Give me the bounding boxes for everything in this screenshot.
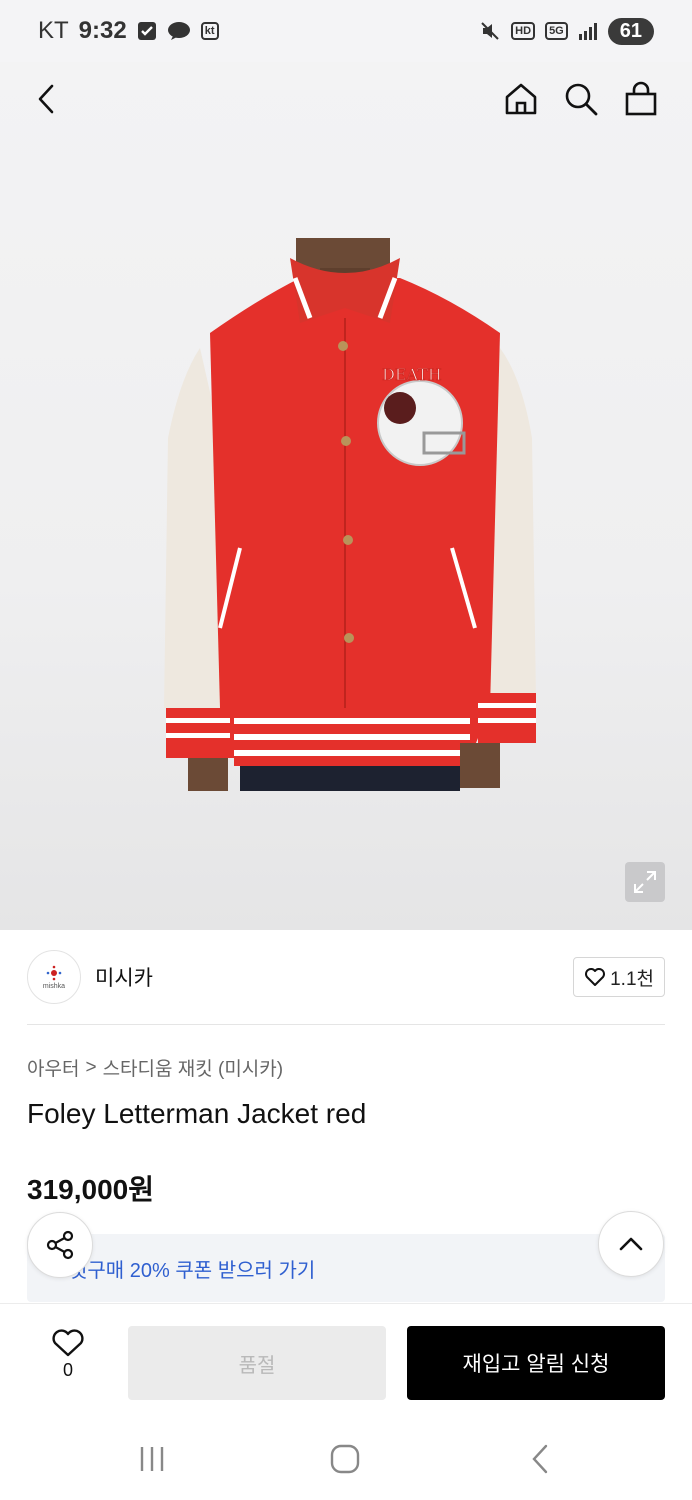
heart-outline-icon bbox=[52, 1329, 84, 1357]
system-navigation-bar bbox=[0, 1417, 692, 1500]
mute-icon bbox=[479, 20, 501, 42]
product-title: Foley Letterman Jacket red bbox=[27, 1098, 367, 1129]
scroll-top-button[interactable] bbox=[598, 1211, 664, 1277]
back-arrow-icon bbox=[532, 1444, 548, 1474]
share-icon bbox=[46, 1230, 74, 1260]
breadcrumb: 아우터 > 스타디움 재킷 (미시카) bbox=[27, 1054, 283, 1081]
carrier-badge: kt bbox=[200, 22, 219, 40]
shopping-bag-icon bbox=[625, 81, 657, 116]
search-button[interactable] bbox=[558, 76, 604, 122]
breadcrumb-separator-icon: > bbox=[85, 1056, 97, 1078]
share-button[interactable] bbox=[27, 1212, 93, 1278]
signal-icon bbox=[578, 22, 598, 40]
status-right: HD 5G 61 bbox=[479, 17, 654, 45]
checkbox-notification-icon bbox=[137, 21, 157, 41]
brand-like-button[interactable]: 1.1천 bbox=[573, 957, 665, 997]
back-button[interactable] bbox=[24, 76, 70, 122]
product-price: 319,000원 bbox=[27, 1174, 154, 1205]
brand-name[interactable]: 미시카 bbox=[95, 962, 153, 992]
coupon-text: 첫구매 20% 쿠폰 받으러 가기 bbox=[69, 1259, 316, 1282]
divider bbox=[27, 1024, 665, 1025]
search-icon bbox=[565, 83, 598, 116]
brand-like-count: 1.1천 bbox=[610, 968, 654, 990]
carrier-label: KT bbox=[38, 17, 69, 44]
home-circle-icon bbox=[330, 1444, 360, 1474]
heart-icon bbox=[585, 968, 606, 986]
coupon-banner[interactable]: 첫구매 20% 쿠폰 받으러 가기 bbox=[27, 1234, 665, 1302]
cart-button[interactable] bbox=[618, 76, 664, 122]
recent-apps-button[interactable] bbox=[127, 1439, 177, 1479]
top-navigation bbox=[0, 62, 692, 136]
product-photo: DEATH bbox=[164, 238, 536, 791]
status-left: KT 9:32 kt bbox=[38, 17, 219, 45]
hd-badge: HD bbox=[511, 22, 536, 40]
home-button[interactable] bbox=[498, 76, 544, 122]
breadcrumb-category[interactable]: 아우터 bbox=[27, 1054, 79, 1081]
home-icon bbox=[505, 83, 537, 115]
system-back-button[interactable] bbox=[515, 1439, 565, 1479]
soldout-button: 품절 bbox=[128, 1326, 386, 1400]
expand-icon bbox=[634, 871, 656, 893]
purchase-action-bar: 0 품절 재입고 알림 신청 bbox=[0, 1303, 692, 1417]
brand-logo-text: mishka bbox=[42, 982, 66, 990]
product-image-area[interactable]: DEATH bbox=[0, 62, 692, 930]
recent-apps-icon bbox=[140, 1447, 164, 1471]
brand-row[interactable]: mishka 미시카 1.1천 bbox=[27, 948, 665, 1006]
status-time: 9:32 bbox=[78, 17, 127, 44]
wishlist-count: 0 bbox=[62, 1360, 73, 1380]
status-bar: KT 9:32 kt HD 5G 61 bbox=[0, 0, 692, 62]
product-detail-screen: KT 9:32 kt HD 5G 61 DEATH mishka 미시카 1.1… bbox=[0, 0, 692, 1500]
svg-text:DEATH: DEATH bbox=[382, 365, 442, 384]
chevron-up-icon bbox=[619, 1237, 643, 1251]
restock-alert-button[interactable]: 재입고 알림 신청 bbox=[407, 1326, 665, 1400]
chevron-left-icon bbox=[38, 84, 54, 114]
network-badge: 5G bbox=[545, 22, 568, 40]
wishlist-button[interactable]: 0 bbox=[40, 1328, 96, 1396]
brand-logo-mark-icon bbox=[46, 965, 62, 980]
home-system-button[interactable] bbox=[320, 1439, 370, 1479]
brand-logo[interactable]: mishka bbox=[27, 950, 81, 1004]
expand-image-button[interactable] bbox=[625, 862, 665, 902]
battery-indicator: 61 bbox=[607, 17, 654, 45]
chat-bubble-icon bbox=[167, 21, 191, 41]
breadcrumb-subcategory[interactable]: 스타디움 재킷 (미시카) bbox=[103, 1054, 284, 1081]
